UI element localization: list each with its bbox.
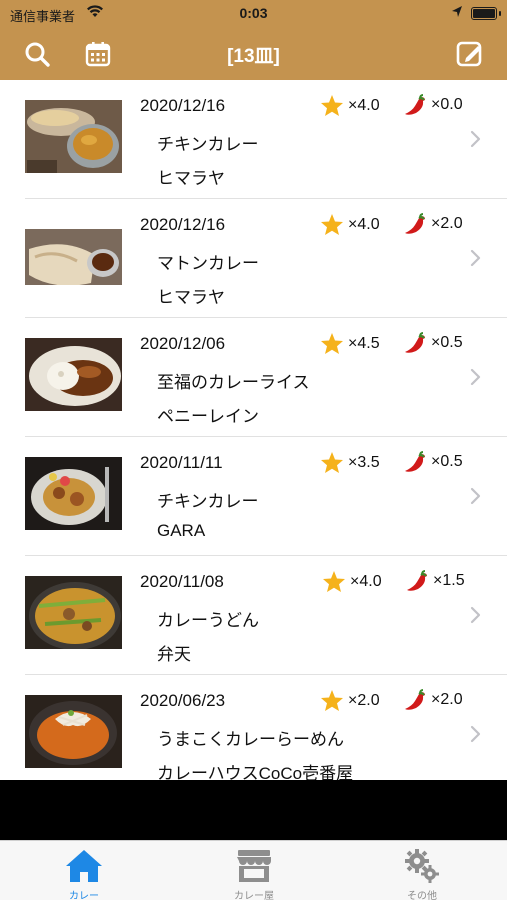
star-icon	[323, 571, 345, 592]
spice-rating-value: ×0.0	[431, 96, 463, 113]
star-icon	[321, 95, 343, 116]
tab-curry-shop[interactable]: カレー屋	[194, 845, 314, 900]
star-icon	[321, 452, 343, 473]
nav-bar: [13皿]	[0, 28, 507, 80]
blank-area	[0, 780, 507, 840]
star-rating: ×4.0	[322, 570, 382, 593]
tab-bar: カレー カレー屋 その他	[0, 840, 507, 900]
tab-curry-label: カレー	[69, 891, 99, 900]
star-icon	[321, 690, 343, 711]
curry-row[interactable]: 2020/06/23 ×2.0 ×2.0 うまこくカレーらーめん カレーハウスCoCo壱…	[0, 675, 507, 780]
star-rating: ×4.0	[320, 213, 380, 236]
chevron-right-icon	[470, 249, 482, 267]
spice-rating: ×1.5	[405, 570, 465, 592]
shop-name: ペニーレイン	[157, 407, 259, 426]
dish-name: チキンカレー	[157, 135, 259, 154]
chevron-right-icon	[470, 725, 482, 743]
curry-photo	[25, 100, 122, 173]
chevron-right-icon	[470, 606, 482, 624]
spice-rating-value: ×2.0	[431, 215, 463, 232]
star-rating-value: ×2.0	[348, 691, 380, 709]
star-rating-value: ×4.0	[348, 96, 380, 114]
spice-rating: ×0.5	[403, 451, 463, 473]
tab-other[interactable]: その他	[362, 845, 482, 900]
clock: 0:03	[239, 5, 268, 21]
dish-name: うまこくカレーらーめん	[157, 730, 344, 749]
star-rating-value: ×4.5	[348, 334, 380, 352]
tab-curry-shop-label: カレー屋	[234, 891, 274, 900]
shop-name: ヒマラヤ	[157, 169, 225, 188]
chevron-right-icon	[470, 487, 482, 505]
status-bar: 通信事業者 0:03	[0, 0, 507, 28]
star-rating: ×2.0	[320, 689, 380, 712]
star-rating: ×4.0	[320, 94, 380, 117]
spice-rating-value: ×2.0	[431, 691, 463, 708]
chili-icon	[405, 332, 425, 353]
star-icon	[321, 333, 343, 354]
curry-photo	[25, 695, 122, 768]
star-rating-value: ×3.5	[348, 453, 380, 471]
chili-icon	[405, 94, 425, 115]
home-icon	[64, 847, 104, 885]
entry-date: 2020/12/16	[140, 96, 226, 115]
shop-name: ヒマラヤ	[157, 288, 225, 307]
edit-button[interactable]	[454, 38, 486, 70]
dish-name: 至福のカレーライス	[157, 373, 310, 392]
entry-date: 2020/11/11	[140, 453, 223, 472]
edit-icon	[456, 41, 482, 67]
dish-name: チキンカレー	[157, 492, 259, 511]
spice-rating: ×0.0	[403, 94, 463, 116]
shop-name: GARA	[157, 521, 206, 540]
entry-date: 2020/06/23	[140, 691, 226, 710]
chili-icon	[407, 570, 427, 591]
spice-rating: ×2.0	[403, 689, 463, 711]
shop-icon	[234, 847, 274, 885]
star-rating-value: ×4.0	[348, 215, 380, 233]
location-icon	[451, 5, 463, 22]
page-title: [13皿]	[227, 46, 280, 67]
curry-row[interactable]: 2020/12/16 ×4.0 ×2.0 マトンカレー ヒマラヤ	[0, 199, 507, 318]
curry-photo	[25, 576, 122, 649]
curry-photo	[25, 457, 122, 530]
spice-rating-value: ×0.5	[431, 453, 463, 470]
star-icon	[321, 214, 343, 235]
tab-other-label: その他	[407, 891, 437, 900]
spice-rating: ×0.5	[403, 332, 463, 354]
shop-name: 弁天	[157, 645, 191, 664]
curry-row[interactable]: 2020/12/16 ×4.0 ×0.0 チキンカレー ヒマラヤ	[0, 80, 507, 199]
curry-list: 2020/12/16 ×4.0 ×0.0 チキンカレー ヒマラヤ 2020/12/16 ×4…	[0, 80, 507, 780]
star-rating: ×4.5	[320, 332, 380, 355]
battery-tip	[499, 11, 501, 16]
gears-icon	[402, 847, 442, 885]
tab-curry[interactable]: カレー	[24, 845, 144, 900]
curry-row[interactable]: 2020/11/08 ×4.0 ×1.5 カレーうどん 弁天	[0, 556, 507, 675]
chili-icon	[405, 451, 425, 472]
curry-photo	[25, 338, 122, 411]
entry-date: 2020/12/06	[140, 334, 226, 353]
dish-name: マトンカレー	[157, 254, 259, 273]
curry-photo	[25, 229, 122, 285]
chili-icon	[405, 689, 425, 710]
entry-date: 2020/12/16	[140, 215, 226, 234]
battery-icon	[471, 7, 497, 20]
spice-rating-value: ×0.5	[431, 334, 463, 351]
spice-rating-value: ×1.5	[433, 572, 465, 589]
chevron-right-icon	[470, 368, 482, 386]
entry-date: 2020/11/08	[140, 572, 224, 591]
curry-row[interactable]: 2020/12/06 ×4.5 ×0.5 至福のカレーライス ペニーレイン	[0, 318, 507, 437]
dish-name: カレーうどん	[157, 611, 259, 630]
chevron-right-icon	[470, 130, 482, 148]
star-rating: ×3.5	[320, 451, 380, 474]
spice-rating: ×2.0	[403, 213, 463, 235]
curry-row[interactable]: 2020/11/11 ×3.5 ×0.5 チキンカレー GARA	[0, 437, 507, 556]
shop-name: カレーハウスCoCo壱番屋	[157, 764, 354, 780]
chili-icon	[405, 213, 425, 234]
star-rating-value: ×4.0	[350, 572, 382, 590]
